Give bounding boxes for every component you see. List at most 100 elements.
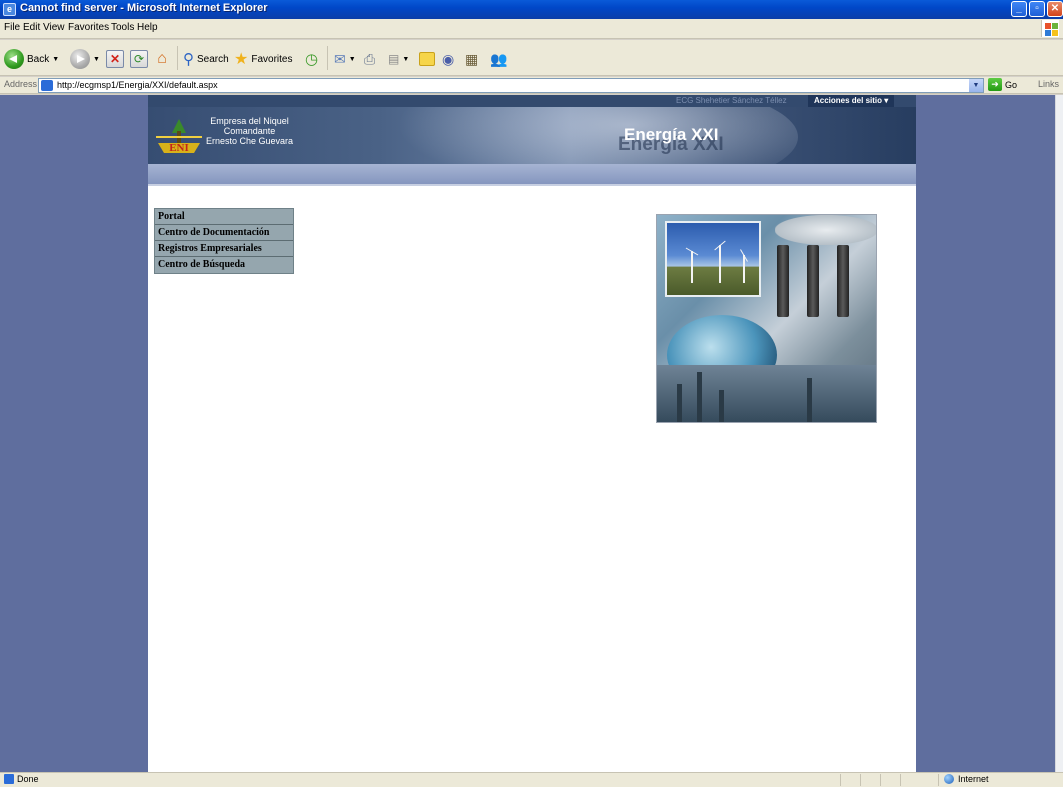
status-divider <box>900 774 901 786</box>
status-divider <box>938 774 939 786</box>
smoke-cloud <box>775 215 876 245</box>
menu-bar: File Edit View Favorites Tools Help <box>0 19 1063 39</box>
address-label: Address <box>4 79 38 89</box>
menu-tools[interactable]: Tools <box>111 22 134 33</box>
menu-view[interactable]: View <box>43 22 65 33</box>
maximize-icon[interactable]: ▫ <box>1029 1 1045 17</box>
site-actions-menu[interactable]: Acciones del sitio ▾ <box>808 95 895 107</box>
address-url[interactable]: http://ecgmsp1/Energia/XXI/default.aspx <box>57 80 218 90</box>
search-button[interactable]: ⚲ Search <box>183 48 229 70</box>
close-icon[interactable]: ✕ <box>1047 1 1063 17</box>
mail-button[interactable]: ✉ ▼ <box>334 48 356 70</box>
go-label: Go <box>1005 79 1018 90</box>
menu-help[interactable]: Help <box>137 22 158 33</box>
messenger-icon: ◉ <box>442 50 455 67</box>
status-done: Done <box>17 774 39 784</box>
toolbar-separator <box>177 46 178 70</box>
research-button[interactable]: ▦ <box>465 48 478 70</box>
quick-launch-documentation-center[interactable]: Centro de Documentación <box>155 225 293 241</box>
links-label[interactable]: Links <box>1038 79 1059 89</box>
site-title[interactable]: Energía XXI <box>624 125 718 145</box>
menu-file[interactable]: File <box>4 22 20 33</box>
page-icon <box>4 774 14 784</box>
messenger-button[interactable]: ◉ <box>442 48 454 70</box>
back-label: Back <box>27 53 50 65</box>
star-icon: ★ <box>234 51 249 68</box>
history-button[interactable]: ◷ <box>305 48 318 70</box>
security-zone[interactable]: Internet <box>944 774 989 784</box>
search-label: Search <box>197 53 229 65</box>
edit-button[interactable]: ▤ ▼ <box>388 48 409 70</box>
org-line-3: Ernesto Che Guevara <box>206 136 294 146</box>
org-line-2: Comandante <box>223 126 276 136</box>
chevron-down-icon[interactable]: ▼ <box>969 79 983 92</box>
standard-toolbar: Back ▼ ▼ ✕ ⟳ ⌂ ⚲ Search ★ Favorites ◷ ✉ … <box>0 40 1063 76</box>
research-icon: ▦ <box>465 50 479 67</box>
organization-name: Empresa del Niquel Comandante Ernesto Ch… <box>206 116 293 146</box>
forward-button[interactable]: ▼ <box>70 48 100 70</box>
minimize-icon[interactable]: _ <box>1011 1 1027 17</box>
stop-button[interactable]: ✕ <box>106 48 124 70</box>
status-bar: Done Internet <box>0 772 1063 787</box>
banner-swoosh <box>378 107 798 164</box>
favorites-label: Favorites <box>251 53 293 65</box>
toolbar-separator <box>327 46 328 70</box>
site-actions-label: Acciones del sitio <box>814 96 883 105</box>
quick-launch-menu: Portal Centro de Documentación Registros… <box>154 208 294 274</box>
status-divider <box>840 774 841 786</box>
home-icon: ⌂ <box>157 50 167 67</box>
discuss-button[interactable] <box>419 48 435 70</box>
go-arrow-icon: ➜ <box>988 78 1002 91</box>
print-button[interactable]: ⎙ <box>364 48 375 70</box>
back-button[interactable]: Back ▼ <box>4 48 59 70</box>
status-text: Done <box>4 774 39 784</box>
svg-text:ENI: ENI <box>169 142 189 154</box>
menu-favorites[interactable]: Favorites <box>68 22 109 33</box>
sharepoint-page: ECG Shehetier Sánchez Téllez Acciones de… <box>148 95 916 772</box>
user-name[interactable]: ECG Shehetier Sánchez Téllez <box>676 96 787 105</box>
insulator <box>837 245 849 317</box>
smokestack <box>677 384 682 422</box>
quick-launch-business-records[interactable]: Registros Empresariales <box>155 241 293 257</box>
address-input[interactable]: http://ecgmsp1/Energia/XXI/default.aspx … <box>38 78 984 93</box>
ie-icon: e <box>3 3 16 16</box>
users-button[interactable]: 👥 <box>490 48 507 70</box>
window-title: Cannot find server - Microsoft Internet … <box>20 2 268 14</box>
history-icon: ◷ <box>305 51 319 68</box>
wind-turbine <box>719 245 721 283</box>
industrial-plant-graphic <box>657 365 876 422</box>
menu-edit[interactable]: Edit <box>23 22 40 33</box>
vertical-scrollbar[interactable] <box>1055 95 1063 772</box>
stop-icon: ✕ <box>106 50 124 68</box>
refresh-button[interactable]: ⟳ <box>130 48 148 70</box>
quick-launch-search-center[interactable]: Centro de Búsqueda <box>155 257 293 273</box>
smokestack <box>719 390 724 422</box>
folder-icon <box>419 52 435 66</box>
smokestack <box>807 378 812 422</box>
wind-turbine <box>691 251 693 283</box>
energy-collage-image <box>656 214 877 423</box>
back-arrow-icon <box>4 49 24 69</box>
zone-label: Internet <box>958 774 989 784</box>
go-button[interactable]: ➜ Go <box>988 78 1017 91</box>
refresh-icon: ⟳ <box>130 50 148 68</box>
address-bar: Address http://ecgmsp1/Energia/XXI/defau… <box>0 77 1063 94</box>
window-title-bar[interactable]: e Cannot find server - Microsoft Interne… <box>0 0 1063 19</box>
chevron-down-icon[interactable]: ▼ <box>93 56 100 63</box>
favorites-button[interactable]: ★ Favorites <box>234 48 292 70</box>
chevron-down-icon[interactable]: ▼ <box>52 56 59 63</box>
quick-launch-portal[interactable]: Portal <box>155 209 293 225</box>
chevron-down-icon[interactable]: ▼ <box>402 56 409 63</box>
home-button[interactable]: ⌂ <box>153 48 171 70</box>
print-icon: ⎙ <box>364 50 376 67</box>
chevron-down-icon[interactable]: ▼ <box>349 56 356 63</box>
windows-flag-icon <box>1041 20 1059 37</box>
company-logo-icon: ENI <box>156 119 202 154</box>
top-strip: ECG Shehetier Sánchez Téllez Acciones de… <box>148 95 916 107</box>
globe-icon <box>944 774 954 784</box>
page-viewport: ECG Shehetier Sánchez Téllez Acciones de… <box>0 95 1055 772</box>
edit-icon: ▤ <box>388 52 400 66</box>
search-icon: ⚲ <box>183 51 194 68</box>
page-icon <box>41 80 53 91</box>
insulator <box>807 245 819 317</box>
